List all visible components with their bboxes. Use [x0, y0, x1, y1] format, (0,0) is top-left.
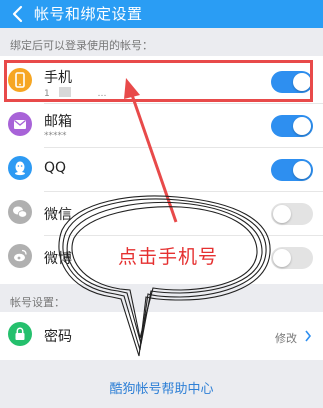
bind-row-qq[interactable]: QQ [0, 148, 323, 192]
weibo-icon [8, 244, 32, 268]
password-row[interactable]: 密码 修改 [0, 312, 323, 360]
header-bar: 帐号和绑定设置 [0, 0, 323, 28]
bind-section-label: 绑定后可以登录使用的帐号： [10, 39, 153, 52]
chevron-right-icon [305, 330, 312, 342]
wechat-toggle[interactable] [271, 203, 313, 225]
account-section-label: 帐号设置： [10, 296, 65, 309]
mail-icon [8, 112, 32, 136]
annotation-callout: 点击手机号 [117, 246, 218, 268]
weibo-toggle[interactable] [271, 247, 313, 269]
bind-row-phone[interactable]: 手机 1 … [0, 60, 323, 104]
email-label: 邮箱 [44, 114, 72, 130]
bind-row-wechat[interactable]: 微信 [0, 192, 323, 236]
bind-row-email[interactable]: 邮箱 ***** [0, 104, 323, 148]
password-label: 密码 [44, 329, 72, 345]
password-modify-link[interactable]: 修改 [275, 330, 297, 346]
email-address: ***** [44, 131, 67, 141]
help-center-link[interactable]: 酷狗帐号帮助中心 [0, 378, 323, 397]
phone-number: 1 … [44, 87, 107, 99]
qq-toggle[interactable] [271, 159, 313, 181]
weibo-label: 微博 [44, 251, 72, 267]
phone-toggle[interactable] [271, 71, 313, 93]
phone-icon [8, 68, 32, 92]
wechat-icon [8, 200, 32, 224]
wechat-label: 微信 [44, 207, 72, 223]
back-arrow-icon[interactable] [8, 3, 28, 25]
qq-label: QQ [44, 160, 67, 176]
lock-icon [8, 322, 32, 346]
qq-icon [8, 156, 32, 180]
page-title: 帐号和绑定设置 [34, 5, 143, 23]
phone-label: 手机 [44, 70, 72, 86]
email-toggle[interactable] [271, 115, 313, 137]
